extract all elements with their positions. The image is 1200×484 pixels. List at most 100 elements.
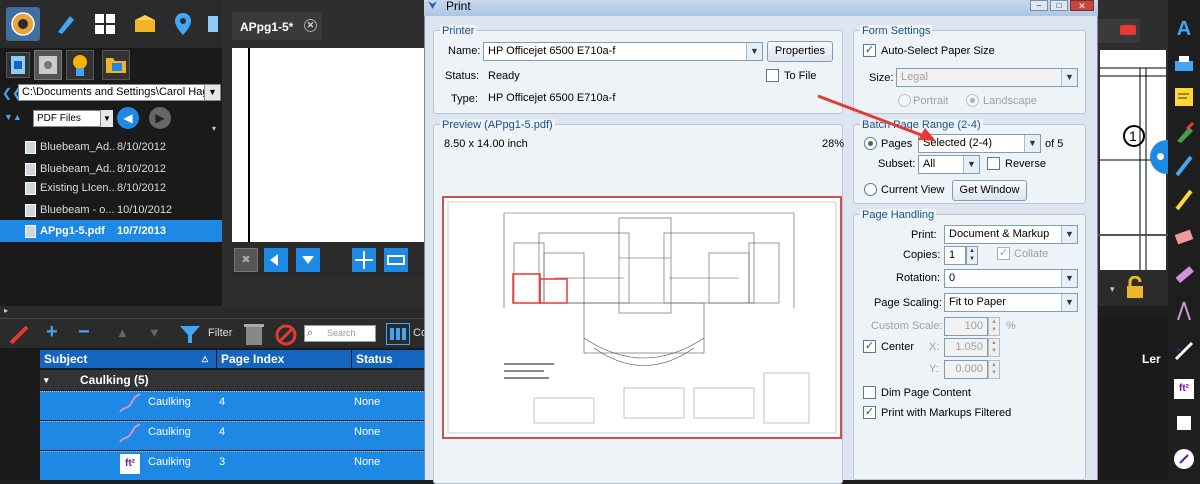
area-tool-icon[interactable]: ft² (1170, 376, 1198, 402)
remove-icon[interactable]: − (78, 321, 90, 344)
custom-scale-input[interactable]: 100 (944, 317, 988, 336)
next-page-icon[interactable] (296, 248, 320, 272)
drive-icon[interactable] (34, 50, 62, 80)
move-up-icon[interactable]: ▲ (116, 325, 129, 340)
properties-button[interactable]: Properties (767, 41, 833, 62)
filter-label[interactable]: Filter (208, 327, 232, 339)
pen-icon[interactable] (1170, 152, 1198, 178)
column-header-status[interactable]: Status (352, 350, 427, 368)
fit-page-icon[interactable] (352, 248, 376, 272)
highlight-icon[interactable] (1170, 120, 1198, 146)
search-input[interactable]: ⌕ Search (304, 325, 376, 342)
recent-files-icon[interactable] (6, 52, 30, 78)
sort-icon[interactable]: ▼▲ (4, 112, 22, 122)
add-icon[interactable]: + (46, 321, 58, 344)
toolbar-strip: ▾ (1098, 270, 1168, 306)
lock-icon[interactable] (1124, 275, 1146, 303)
volume-tool-icon[interactable] (1170, 410, 1198, 436)
location-pin-icon[interactable] (166, 7, 200, 41)
file-item-selected[interactable]: APpg1-5.pdf 10/7/2013 (0, 220, 222, 242)
group-row[interactable]: ▾ Caulking (5) (40, 370, 427, 390)
panel-menu-icon[interactable]: ▾ (212, 124, 216, 133)
close-tab-icon[interactable]: ✕ (304, 19, 317, 32)
pdf-file-icon (25, 204, 36, 217)
chevron-down-icon: ▼ (1061, 270, 1077, 287)
previous-icon[interactable]: ◀ (117, 107, 139, 129)
toolbar-button[interactable] (1098, 19, 1140, 43)
print-content-select[interactable]: Document & Markup ▼ (944, 225, 1078, 244)
path-input[interactable]: C:\Documents and Settings\Carol Hage (18, 84, 220, 101)
dim-content-checkbox[interactable] (863, 386, 876, 399)
length-tool-icon[interactable]: ft (1170, 338, 1198, 364)
current-view-radio[interactable] (864, 183, 877, 196)
next-icon[interactable]: ▶ (149, 107, 171, 129)
pen-tool-icon[interactable] (48, 7, 82, 41)
auto-select-checkbox[interactable]: ✓ (863, 44, 876, 57)
y-offset-stepper[interactable]: ▲ ▼ (988, 360, 1000, 379)
chevron-down-icon[interactable]: ▼ (100, 110, 113, 127)
file-item[interactable]: Existing LIcen... 8/10/2012 (0, 177, 222, 199)
document-tab[interactable]: APpg1-5* ✕ (232, 12, 322, 40)
x-offset-stepper[interactable]: ▲ ▼ (988, 338, 1000, 357)
reverse-checkbox[interactable] (987, 157, 1000, 170)
subset-select[interactable]: All ▼ (918, 155, 980, 174)
field-label: Custom Scale: (871, 320, 943, 332)
column-header-page-index[interactable]: Page Index (217, 350, 351, 368)
minimize-icon[interactable]: – (1030, 0, 1048, 11)
get-window-button[interactable]: Get Window (952, 180, 1027, 201)
fit-width-icon[interactable] (384, 248, 408, 272)
copies-input[interactable]: 1 (944, 246, 966, 265)
to-file-checkbox[interactable] (766, 69, 779, 82)
ruler-icon[interactable] (1170, 262, 1198, 288)
close-icon[interactable]: ✖ (234, 248, 258, 272)
maximize-icon[interactable]: □ (1050, 0, 1068, 11)
page-scaling-select[interactable]: Fit to Paper ▼ (944, 293, 1078, 312)
markups-filtered-checkbox[interactable]: ✓ (863, 406, 876, 419)
column-header-length[interactable]: Ler (1142, 350, 1168, 368)
count-tool-icon[interactable] (1170, 446, 1198, 472)
rotation-select[interactable]: 0 ▼ (944, 269, 1078, 288)
grid-icon[interactable] (88, 7, 122, 41)
columns-icon[interactable] (386, 323, 410, 345)
bluebeam-logo-icon[interactable] (6, 7, 40, 41)
collate-checkbox[interactable]: ✓ (997, 247, 1010, 260)
close-icon[interactable]: ✕ (1070, 0, 1094, 11)
note-icon[interactable] (1170, 84, 1198, 110)
paper-size-select[interactable]: Legal ▼ (896, 68, 1078, 87)
toolchest-icon[interactable] (128, 7, 162, 41)
landscape-radio[interactable] (966, 94, 979, 107)
favorites-icon[interactable] (66, 50, 94, 80)
chevron-down-icon[interactable]: ▾ (1110, 284, 1115, 295)
more-tools-icon[interactable] (204, 7, 222, 41)
printer-select[interactable]: HP Officejet 6500 E710a-f ▼ (483, 42, 763, 61)
typewriter-icon[interactable] (1170, 50, 1198, 76)
center-checkbox[interactable]: ✓ (863, 340, 876, 353)
compass-icon[interactable] (1170, 298, 1198, 324)
folder-icon[interactable] (102, 50, 130, 80)
file-item[interactable]: Bluebeam_Ad... 8/10/2012 (0, 136, 222, 158)
move-down-icon[interactable]: ▼ (148, 325, 161, 340)
filter-icon[interactable] (178, 323, 202, 348)
pen-icon[interactable] (8, 325, 32, 348)
expand-icon[interactable]: ▸ (4, 306, 8, 315)
copies-stepper[interactable]: ▲ ▼ (966, 246, 978, 265)
text-tool-icon[interactable]: A (1170, 16, 1198, 42)
highlighter-icon[interactable] (1170, 186, 1198, 212)
prev-page-icon[interactable] (264, 248, 288, 272)
trash-icon[interactable] (242, 321, 266, 350)
eraser-icon[interactable] (1170, 224, 1198, 250)
document-page[interactable] (232, 48, 425, 270)
table-row[interactable]: Caulking 4 None (40, 421, 427, 450)
field-label: Name: (448, 45, 481, 57)
clear-filter-icon[interactable] (274, 323, 298, 350)
table-row[interactable]: Caulking 4 None (40, 391, 427, 420)
chevron-down-icon[interactable]: ▼ (204, 84, 221, 101)
column-header-subject[interactable]: Subject △ (40, 350, 216, 368)
y-offset-input[interactable]: 0.000 (944, 360, 988, 379)
checkbox-label: Center (881, 341, 915, 353)
table-row[interactable]: ft² Caulking 3 None (40, 451, 427, 480)
x-offset-input[interactable]: 1.050 (944, 338, 988, 357)
file-item[interactable]: Bluebeam - o... 10/10/2012 (0, 199, 222, 221)
custom-scale-stepper[interactable]: ▲ ▼ (988, 317, 1000, 336)
field-label: Page Scaling: (874, 297, 942, 309)
